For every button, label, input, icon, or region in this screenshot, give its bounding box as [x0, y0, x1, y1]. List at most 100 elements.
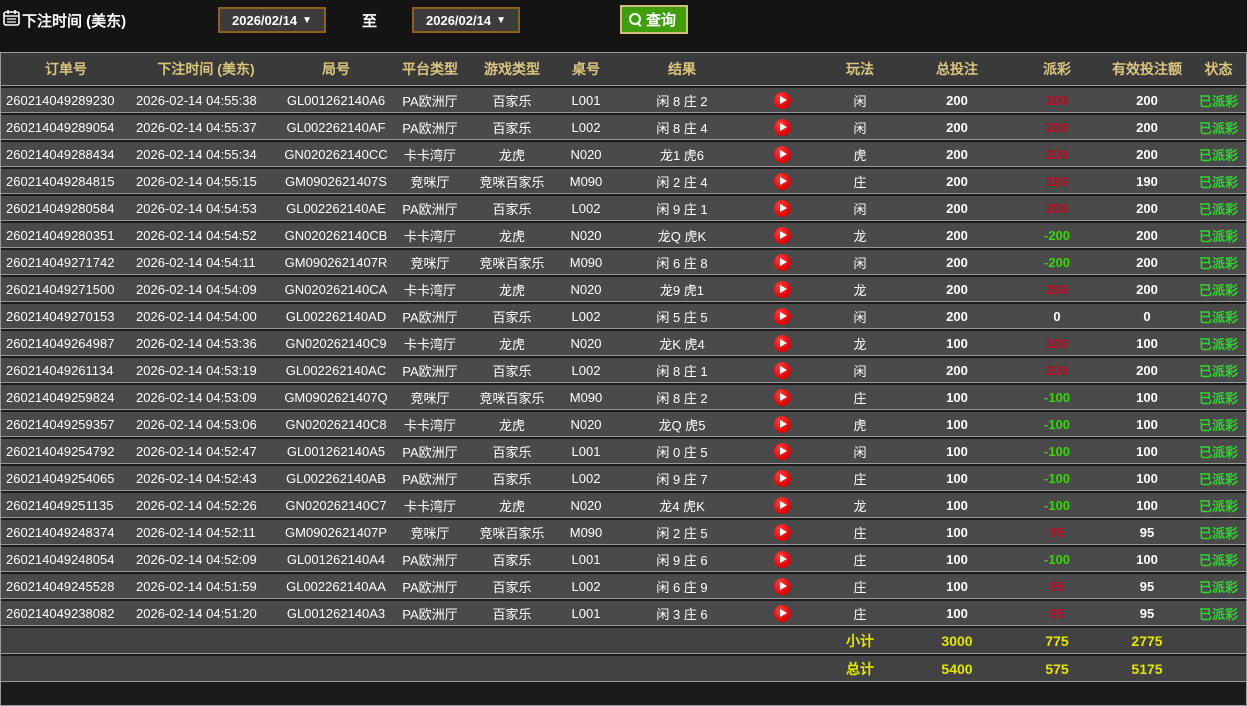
header-order-id: 订单号 — [45, 61, 87, 77]
cell-video — [747, 496, 817, 514]
cell-valid-bet: 100 — [1136, 551, 1158, 567]
cell-order-id: 260214049288434 — [6, 146, 115, 162]
cell-order-id: 260214049284815 — [6, 173, 115, 189]
play-video-icon[interactable] — [773, 361, 791, 379]
cell-table-no: N020 — [570, 227, 602, 243]
cell-order-id: 260214049251135 — [6, 497, 114, 513]
cell-video — [747, 361, 817, 379]
calendar-icon — [3, 10, 20, 26]
date-to-value: 2026/02/14 — [426, 12, 492, 28]
play-video-icon[interactable] — [773, 91, 791, 109]
cell-result: 闲 8 庄 4 — [656, 120, 708, 136]
cell-round-id: GL001262140A6 — [286, 92, 386, 108]
bet-records-table: 订单号 下注时间 (美东) 局号 平台类型 游戏类型 桌号 结果 玩法 总投注 … — [0, 52, 1247, 706]
cell-result: 闲 9 庄 1 — [656, 201, 708, 217]
cell-game-type: 百家乐 — [492, 552, 532, 568]
cell-platform: 卡卡湾厅 — [403, 417, 456, 433]
cell-game-type: 龙虎 — [498, 417, 525, 433]
header-play: 玩法 — [846, 61, 874, 77]
cell-status: 已派彩 — [1198, 93, 1238, 109]
cell-bet-time: 2026-02-14 04:53:09 — [136, 389, 257, 405]
play-video-icon[interactable] — [773, 118, 791, 136]
play-video-icon[interactable] — [773, 145, 791, 163]
cell-platform: 竞咪厅 — [410, 525, 450, 541]
cell-game-type: 龙虎 — [498, 282, 525, 298]
table-row: 260214049271500 2026-02-14 04:54:09 GN02… — [1, 277, 1246, 302]
cell-result: 龙Q 虎K — [657, 228, 707, 244]
cell-video — [747, 253, 817, 271]
cell-result: 龙K 虎4 — [659, 336, 705, 352]
date-from-select[interactable]: 2026/02/14 ▼ — [218, 7, 326, 33]
cell-video — [747, 118, 817, 136]
cell-round-id: GN020262140C9 — [285, 335, 387, 351]
cell-round-id: GN020262140CB — [284, 227, 388, 243]
cell-platform: 卡卡湾厅 — [403, 282, 456, 298]
cell-round-id: GL001262140A4 — [286, 551, 386, 567]
cell-total-bet: 100 — [946, 497, 968, 513]
chevron-down-icon: ▼ — [302, 14, 312, 26]
cell-payout: -200 — [1043, 227, 1071, 243]
play-video-icon[interactable] — [773, 226, 791, 244]
cell-table-no: L002 — [571, 119, 601, 135]
play-video-icon[interactable] — [773, 442, 791, 460]
cell-total-bet: 100 — [946, 443, 968, 459]
cell-bet-time: 2026-02-14 04:52:09 — [136, 551, 257, 567]
cell-status: 已派彩 — [1198, 120, 1238, 136]
play-video-icon[interactable] — [773, 307, 791, 325]
play-video-icon[interactable] — [773, 496, 791, 514]
cell-total-bet: 200 — [946, 362, 968, 378]
play-video-icon[interactable] — [773, 199, 791, 217]
play-video-icon[interactable] — [773, 523, 791, 541]
cell-order-id: 260214049289054 — [6, 119, 115, 135]
cell-order-id: 260214049271742 — [6, 254, 115, 270]
play-video-icon[interactable] — [773, 172, 791, 190]
cell-status: 已派彩 — [1198, 336, 1238, 352]
cell-total-bet: 200 — [946, 227, 968, 243]
cell-payout: -100 — [1043, 443, 1071, 459]
cell-payout: -200 — [1043, 254, 1071, 270]
cell-table-no: L002 — [571, 578, 601, 594]
play-video-icon[interactable] — [773, 253, 791, 271]
cell-order-id: 260214049259357 — [6, 416, 115, 432]
cell-status: 已派彩 — [1198, 579, 1238, 595]
play-video-icon[interactable] — [773, 415, 791, 433]
cell-status: 已派彩 — [1198, 309, 1238, 325]
cell-order-id: 260214049270153 — [6, 308, 115, 324]
cell-status: 已派彩 — [1198, 525, 1238, 541]
cell-video — [747, 415, 817, 433]
cell-round-id: GM0902621407Q — [284, 389, 388, 405]
cell-table-no: N020 — [570, 416, 602, 432]
cell-bet-time: 2026-02-14 04:55:37 — [136, 119, 257, 135]
play-video-icon[interactable] — [773, 604, 791, 622]
date-to-select[interactable]: 2026/02/14 ▼ — [412, 7, 520, 33]
cell-result: 闲 9 庄 6 — [656, 552, 708, 568]
cell-play: 庄 — [853, 552, 867, 568]
cell-round-id: GN020262140CA — [284, 281, 388, 297]
table-row: 260214049289054 2026-02-14 04:55:37 GL00… — [1, 115, 1246, 140]
cell-total-bet: 100 — [946, 578, 968, 594]
cell-status: 已派彩 — [1198, 282, 1238, 298]
cell-valid-bet: 100 — [1136, 335, 1158, 351]
cell-bet-time: 2026-02-14 04:54:52 — [136, 227, 257, 243]
cell-round-id: GN020262140C7 — [285, 497, 387, 513]
cell-platform: PA欧洲厅 — [402, 606, 458, 622]
table-row: 260214049289230 2026-02-14 04:55:38 GL00… — [1, 88, 1246, 113]
cell-valid-bet: 200 — [1136, 227, 1158, 243]
cell-round-id: GL001262140A3 — [286, 605, 386, 621]
cell-round-id: GL002262140AA — [286, 578, 386, 594]
query-button[interactable]: 查询 — [620, 5, 689, 34]
play-video-icon[interactable] — [773, 577, 791, 595]
cell-table-no: L001 — [571, 92, 601, 108]
play-video-icon[interactable] — [773, 550, 791, 568]
cell-payout: 200 — [1046, 92, 1068, 108]
cell-result: 闲 2 庄 4 — [656, 174, 708, 190]
play-video-icon[interactable] — [773, 388, 791, 406]
cell-table-no: N020 — [570, 281, 602, 297]
grand-total-payout: 575 — [1045, 660, 1069, 677]
play-video-icon[interactable] — [773, 280, 791, 298]
play-video-icon[interactable] — [773, 469, 791, 487]
play-video-icon[interactable] — [773, 334, 791, 352]
to-label: 至 — [362, 13, 378, 30]
cell-round-id: GM0902621407R — [284, 254, 388, 270]
cell-video — [747, 199, 817, 217]
